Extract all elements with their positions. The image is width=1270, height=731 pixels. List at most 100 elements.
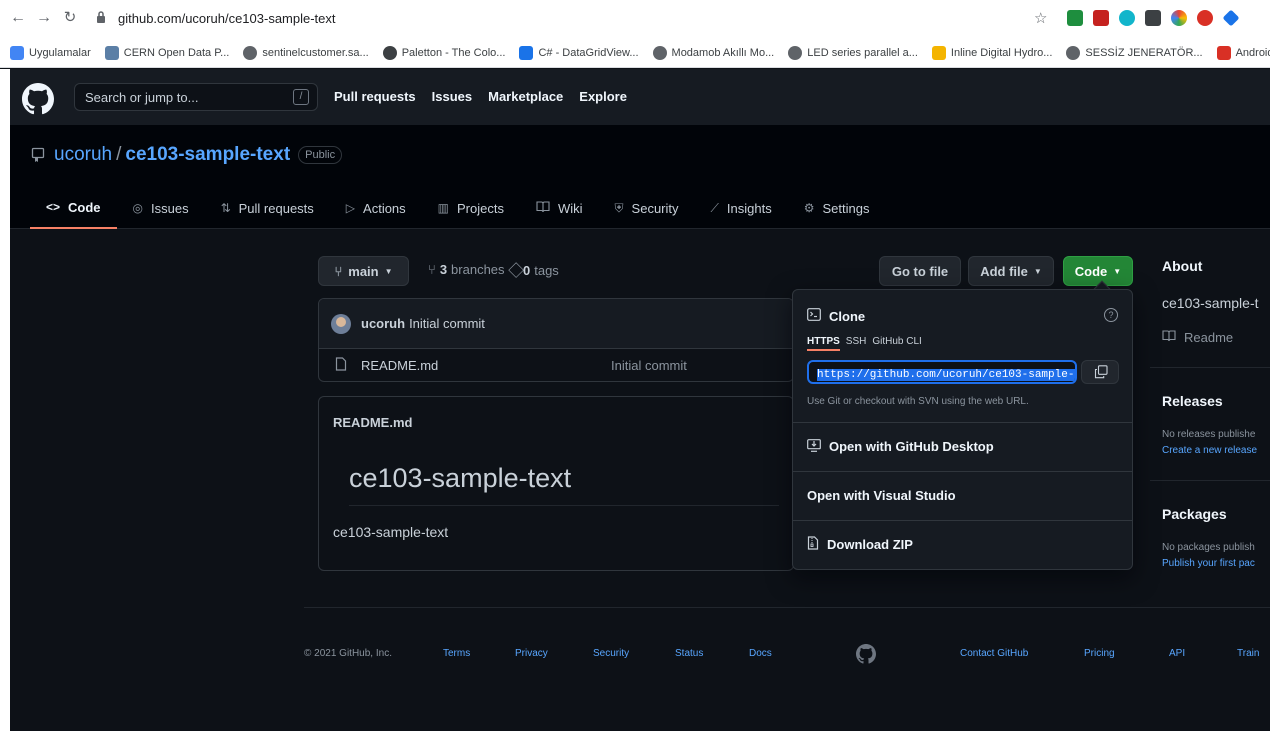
copy-button[interactable] <box>1081 360 1119 384</box>
nav-pull-requests[interactable]: Pull requests <box>334 89 416 104</box>
footer-link-pricing[interactable]: Pricing <box>1084 648 1115 659</box>
tab-issues[interactable]: ◎ Issues <box>117 187 205 229</box>
extension-icon[interactable] <box>1067 10 1083 26</box>
bookmark-item[interactable]: Android <box>1216 46 1270 60</box>
add-file-button[interactable]: Add file ▼ <box>968 256 1054 286</box>
open-desktop-item[interactable]: Open with GitHub Desktop <box>793 422 1132 470</box>
go-to-file-button[interactable]: Go to file <box>879 256 961 286</box>
nav-marketplace[interactable]: Marketplace <box>488 89 563 104</box>
tags-link[interactable]: ⃟ 0 tags <box>519 262 559 278</box>
bookmark-item[interactable]: Uygulamalar <box>10 46 91 60</box>
no-packages-text: No packages publish <box>1162 542 1255 553</box>
footer-link-contact[interactable]: Contact GitHub <box>960 648 1028 659</box>
menu-item-label: Open with GitHub Desktop <box>829 439 994 454</box>
bookmark-label: C# - DataGridView... <box>538 47 639 59</box>
extension-icon[interactable] <box>1197 10 1213 26</box>
bookmark-item[interactable]: sentinelcustomer.sa... <box>243 46 369 60</box>
terminal-icon <box>807 308 821 324</box>
commit-author[interactable]: ucoruh <box>361 316 405 331</box>
footer-link-status[interactable]: Status <box>675 648 703 659</box>
readme-panel: README.md ce103-sample-text ce103-sample… <box>318 396 794 571</box>
extension-icon[interactable] <box>1119 10 1135 26</box>
branch-select-button[interactable]: ⑂ main ▼ <box>318 256 409 286</box>
bookmark-item[interactable]: SESSİZ JENERATÖR... <box>1066 46 1203 60</box>
tab-settings[interactable]: ⚙ Settings <box>788 187 886 229</box>
footer-link-terms[interactable]: Terms <box>443 648 470 659</box>
file-name-link[interactable]: README.md <box>361 358 611 373</box>
pull-request-icon: ⇅ <box>220 201 231 215</box>
issue-icon: ◎ <box>132 201 143 215</box>
tab-actions[interactable]: ▷ Actions <box>330 187 422 229</box>
clone-url-text: https://github.com/ucoruh/ce103-sample-t… <box>817 369 1075 381</box>
readme-label[interactable]: README.md <box>333 415 412 430</box>
download-zip-item[interactable]: Download ZIP <box>793 520 1132 568</box>
extension-icon[interactable] <box>1171 10 1187 26</box>
tab-ssh[interactable]: SSH <box>846 336 867 351</box>
readme-link[interactable]: Readme <box>1162 330 1233 345</box>
footer-divider <box>304 607 1270 608</box>
divider <box>349 505 779 506</box>
bookmark-item[interactable]: C# - DataGridView... <box>519 46 639 60</box>
back-icon[interactable]: ← <box>8 8 28 28</box>
footer-link-security[interactable]: Security <box>593 648 629 659</box>
menu-item-label: Download ZIP <box>827 537 913 552</box>
chevron-down-icon: ▼ <box>1113 266 1122 276</box>
repo-owner-link[interactable]: ucoruh <box>54 144 112 166</box>
forward-icon[interactable]: → <box>34 8 54 28</box>
bookmark-item[interactable]: CERN Open Data P... <box>104 46 230 60</box>
branch-name: main <box>348 263 379 279</box>
footer-link-training[interactable]: Train <box>1237 648 1259 659</box>
tab-wiki[interactable]: Wiki <box>520 187 599 229</box>
packages-heading[interactable]: Packages <box>1162 506 1227 522</box>
create-release-link[interactable]: Create a new release <box>1162 445 1257 456</box>
tab-https[interactable]: HTTPS <box>807 336 840 351</box>
tab-code[interactable]: <> Code <box>30 187 117 229</box>
button-label: Add file <box>980 263 1028 279</box>
bookmark-label: Inline Digital Hydro... <box>950 47 1053 59</box>
file-commit-message[interactable]: Initial commit <box>611 358 687 373</box>
bookmark-item[interactable]: Modamob Akıllı Mo... <box>652 46 775 60</box>
bookmark-label: Modamob Akıllı Mo... <box>671 47 775 59</box>
nav-explore[interactable]: Explore <box>579 89 627 104</box>
repo-name-link[interactable]: ce103-sample-text <box>125 144 290 166</box>
tab-label: Actions <box>363 200 406 216</box>
tab-github-cli[interactable]: GitHub CLI <box>872 336 921 351</box>
footer-link-api[interactable]: API <box>1169 648 1185 659</box>
address-bar[interactable]: github.com/ucoruh/ce103-sample-text <box>96 6 1016 30</box>
search-input[interactable]: Search or jump to... / <box>74 83 318 111</box>
clone-url-input[interactable]: https://github.com/ucoruh/ce103-sample-t… <box>807 360 1077 384</box>
extension-icon[interactable] <box>1093 10 1109 26</box>
github-logo-icon[interactable] <box>22 83 54 115</box>
branches-label: branches <box>451 262 505 277</box>
nav-issues[interactable]: Issues <box>432 89 472 104</box>
graph-icon: ⟋ <box>710 200 719 215</box>
releases-heading[interactable]: Releases <box>1162 393 1223 409</box>
tab-pull-requests[interactable]: ⇅ Pull requests <box>205 187 330 229</box>
window-edge <box>0 69 10 731</box>
help-icon[interactable]: ? <box>1104 308 1118 322</box>
bookmark-item[interactable]: LED series parallel a... <box>788 46 918 60</box>
bookmark-star-icon[interactable]: ☆ <box>1034 9 1047 27</box>
branch-icon: ⑂ <box>428 262 436 277</box>
open-visual-studio-item[interactable]: Open with Visual Studio <box>793 471 1132 519</box>
divider <box>1150 480 1270 481</box>
tab-projects[interactable]: ▥ Projects <box>422 187 520 229</box>
footer-link-docs[interactable]: Docs <box>749 648 772 659</box>
bookmark-favicon-icon <box>519 46 534 60</box>
extension-icon[interactable] <box>1145 10 1161 26</box>
branches-link[interactable]: ⑂ 3 branches <box>428 262 505 277</box>
commit-message[interactable]: Initial commit <box>409 316 485 331</box>
footer-link-privacy[interactable]: Privacy <box>515 648 548 659</box>
code-button[interactable]: Code ▼ <box>1063 256 1133 286</box>
reload-icon[interactable]: ↻ <box>60 8 80 28</box>
publish-package-link[interactable]: Publish your first pac <box>1162 558 1255 569</box>
tab-insights[interactable]: ⟋ Insights <box>695 187 788 229</box>
tab-security[interactable]: ⛨ Security <box>599 187 695 229</box>
bookmark-item[interactable]: Paletton - The Colo... <box>382 46 505 60</box>
extension-icon[interactable] <box>1222 9 1240 27</box>
repo-header: ucoruh / ce103-sample-text Public <> Code… <box>10 125 1270 229</box>
avatar[interactable] <box>331 313 351 334</box>
bookmark-item[interactable]: Inline Digital Hydro... <box>931 46 1053 60</box>
bookmark-label: CERN Open Data P... <box>123 47 230 59</box>
github-logo-icon[interactable] <box>856 644 876 667</box>
